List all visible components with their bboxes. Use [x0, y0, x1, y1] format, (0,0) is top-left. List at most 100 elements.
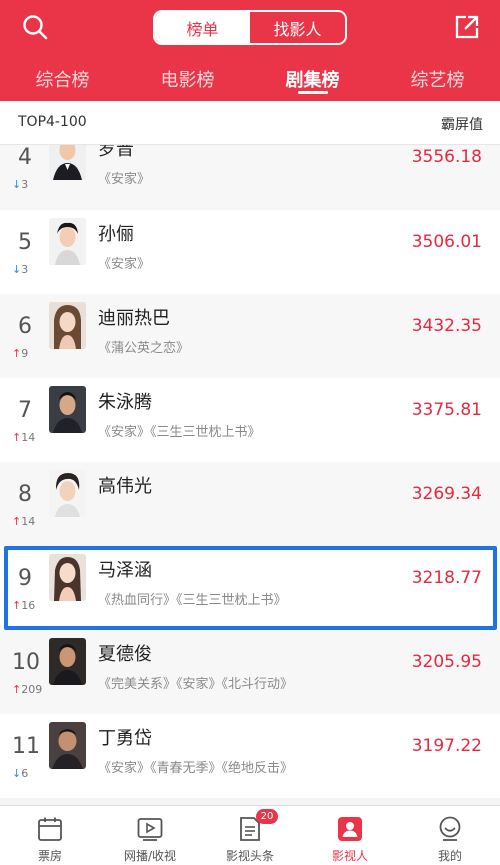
- category-tabs: 综合榜 电影榜 剧集榜 综艺榜: [0, 58, 500, 101]
- person-icon: [338, 817, 362, 841]
- person-name: 朱泳腾: [98, 392, 152, 413]
- header: 榜单 找影人 综合榜 电影榜 剧集榜 综艺榜: [0, 0, 500, 101]
- rank-change: ↑209: [12, 683, 42, 696]
- bottom-nav: 票房 网播/收视 20 影视头条 影视人 我的: [0, 805, 500, 865]
- rank-change: ↓3: [12, 263, 42, 276]
- tab-overall[interactable]: 综合榜: [0, 58, 125, 101]
- rank-change-value: 9: [21, 347, 29, 360]
- ranking-row[interactable]: 5 ↓3 孙俪 《安家》 3506.01: [0, 210, 500, 294]
- person-portrait-icon: [49, 554, 86, 601]
- ranking-row[interactable]: 9 ↑16 马泽涵 《热血同行》《三生三世枕上书》 3218.77: [0, 546, 500, 630]
- person-portrait-icon: [49, 386, 86, 433]
- avatar: [49, 145, 86, 180]
- nav-streaming[interactable]: 网播/收视: [100, 806, 200, 865]
- rank-change-value: 3: [21, 263, 29, 276]
- avatar: [49, 638, 86, 685]
- rank-change-value: 209: [21, 683, 43, 696]
- works-list: 《安家》《青春无季》《绝地反击》: [98, 761, 294, 776]
- app: 榜单 找影人 综合榜 电影榜 剧集榜 综艺榜 TOP4-100 霸屏值 4 ↓3…: [0, 0, 500, 865]
- person-portrait-icon: [49, 302, 86, 349]
- segment-rankings[interactable]: 榜单: [155, 12, 250, 43]
- nav-box-office[interactable]: 票房: [0, 806, 100, 865]
- search-icon[interactable]: [22, 14, 48, 40]
- rank-number: 5: [18, 230, 32, 255]
- rank-change-value: 14: [21, 431, 36, 444]
- nav-label: 影视人: [331, 849, 368, 863]
- works-list: 《安家》《三生三世枕上书》: [98, 425, 261, 440]
- works-list: 《完美关系》《安家》《北斗行动》: [98, 677, 294, 692]
- person-portrait-icon: [49, 218, 86, 265]
- ranking-row[interactable]: 4 ↓3 罗晋 《安家》 3556.18: [0, 145, 500, 209]
- ranking-list: 4 ↓3 罗晋 《安家》 3556.18 5 ↓3 孙俪 《安家》 3506.0…: [0, 145, 500, 805]
- arrow-down-icon: ↓: [12, 178, 22, 191]
- ranking-row[interactable]: 6 ↑9 迪丽热巴 《蒲公英之恋》 3432.35: [0, 294, 500, 378]
- profile-icon: [439, 816, 461, 841]
- nav-label: 我的: [437, 849, 462, 863]
- avatar: [49, 218, 86, 265]
- tab-movies[interactable]: 电影榜: [125, 58, 250, 101]
- works-list: 《热血同行》《三生三世枕上书》: [98, 593, 287, 608]
- arrow-down-icon: ↓: [12, 767, 22, 780]
- arrow-up-icon: ↑: [12, 599, 22, 612]
- segmented-control: 榜单 找影人: [153, 10, 347, 45]
- share-icon[interactable]: [454, 14, 480, 40]
- avatar: [49, 302, 86, 349]
- arrow-up-icon: ↑: [12, 515, 22, 528]
- rank-number: 6: [18, 314, 32, 339]
- rank-number: 11: [12, 734, 40, 759]
- tab-series[interactable]: 剧集榜: [250, 58, 375, 101]
- rank-change: ↓6: [12, 767, 42, 780]
- metric-label: 霸屏值: [441, 117, 483, 133]
- person-name: 马泽涵: [98, 560, 152, 581]
- rank-change-value: 3: [21, 178, 29, 191]
- avatar: [49, 554, 86, 601]
- score-value: 3375.81: [411, 400, 482, 420]
- ranking-row[interactable]: 11 ↓6 丁勇岱 《安家》《青春无季》《绝地反击》 3197.22: [0, 714, 500, 798]
- nav-label: 票房: [37, 849, 62, 863]
- nav-label: 影视头条: [225, 849, 274, 863]
- nav-news[interactable]: 20 影视头条: [200, 806, 300, 865]
- rank-number: 7: [18, 398, 32, 423]
- person-portrait-icon: [49, 145, 86, 180]
- person-name: 高伟光: [98, 476, 152, 497]
- tab-variety[interactable]: 综艺榜: [375, 58, 500, 101]
- ranking-row[interactable]: 8 ↑14 高伟光 3269.34: [0, 462, 500, 546]
- nav-label: 网播/收视: [123, 849, 177, 863]
- person-name: 罗晋: [98, 145, 134, 160]
- score-value: 3556.18: [411, 147, 482, 167]
- works-list: 《安家》: [98, 172, 151, 187]
- rank-number: 4: [18, 145, 32, 170]
- score-value: 3205.95: [411, 652, 482, 672]
- person-portrait-icon: [49, 470, 86, 517]
- person-portrait-icon: [49, 722, 86, 769]
- works-list: 《蒲公英之恋》: [98, 341, 190, 356]
- segment-find-people[interactable]: 找影人: [250, 12, 345, 43]
- rank-change: ↑14: [12, 515, 42, 528]
- range-label: TOP4-100: [18, 114, 87, 130]
- rank-change: ↓3: [12, 178, 42, 191]
- person-name: 丁勇岱: [98, 728, 152, 749]
- rank-number: 9: [18, 566, 32, 591]
- ranking-row[interactable]: 10 ↑209 夏德俊 《完美关系》《安家》《北斗行动》 3205.95: [0, 630, 500, 714]
- ranking-row[interactable]: 7 ↑14 朱泳腾 《安家》《三生三世枕上书》 3375.81: [0, 378, 500, 462]
- rank-number: 10: [12, 650, 40, 675]
- person-portrait-icon: [49, 638, 86, 685]
- score-value: 3432.35: [411, 316, 482, 336]
- score-value: 3218.77: [411, 568, 482, 588]
- arrow-up-icon: ↑: [12, 347, 22, 360]
- rank-change-value: 14: [21, 515, 36, 528]
- score-value: 3197.22: [411, 736, 482, 756]
- arrow-up-icon: ↑: [12, 683, 22, 696]
- person-name: 夏德俊: [98, 644, 152, 665]
- nav-mine[interactable]: 我的: [400, 806, 500, 865]
- avatar: [49, 722, 86, 769]
- rank-change: ↑14: [12, 431, 42, 444]
- works-list: 《安家》: [98, 257, 151, 272]
- nav-film-people[interactable]: 影视人: [300, 806, 400, 865]
- notification-badge: 20: [256, 809, 278, 824]
- rank-change: ↑16: [12, 599, 42, 612]
- avatar: [49, 386, 86, 433]
- arrow-down-icon: ↓: [12, 263, 22, 276]
- list-header: TOP4-100 霸屏值: [0, 101, 500, 145]
- rank-change: ↑9: [12, 347, 42, 360]
